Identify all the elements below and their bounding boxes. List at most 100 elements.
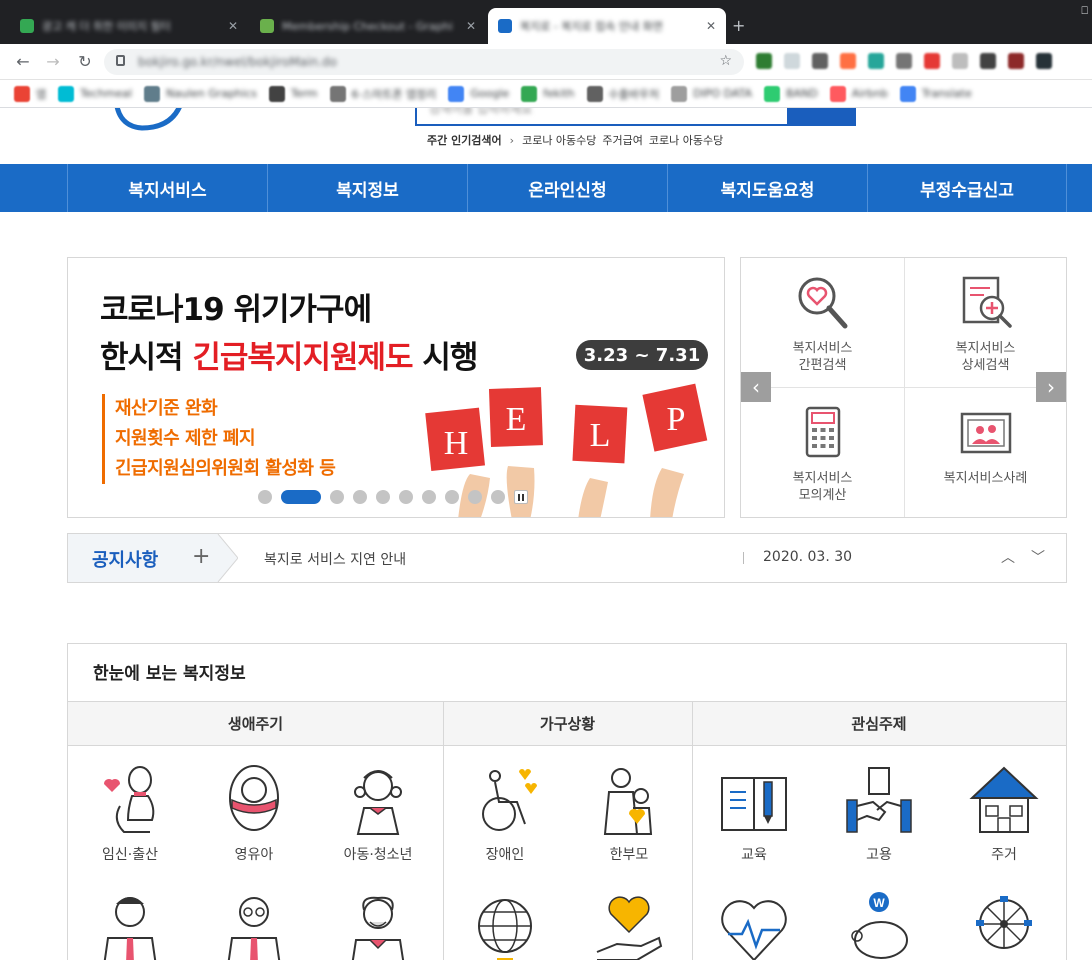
pause-icon[interactable] (514, 490, 528, 504)
category-pregnancy[interactable]: 임신·출산 (68, 762, 192, 864)
popular-keyword-link[interactable]: 코로나 아동수당 (649, 132, 723, 148)
banner-date-badge: 3.23 ~ 7.31 (576, 340, 708, 370)
category-single-parent[interactable]: 한부모 (567, 762, 691, 864)
category-housing[interactable]: 주거 (942, 762, 1066, 864)
forward-arrow-icon[interactable]: → (42, 51, 64, 73)
category-finance[interactable]: W (817, 890, 941, 960)
notice-title[interactable]: 공지사항 (92, 546, 158, 572)
extension-icon[interactable] (980, 53, 996, 69)
bookmark-item[interactable]: 6·스마트폰 앱정리 (329, 85, 436, 102)
extensions-row (756, 53, 1052, 69)
category-culture[interactable] (942, 890, 1066, 960)
slide-dot[interactable] (258, 490, 272, 504)
search-input[interactable]: 검색어를 입력하세요 (415, 108, 789, 126)
bookmark-item[interactable]: DIPO DATA (671, 85, 752, 102)
window-control-icon[interactable]: ⎕ (1081, 4, 1088, 18)
bookmark-label: Term (290, 87, 318, 100)
bookmark-item[interactable]: Airbnb (829, 85, 888, 102)
search-button[interactable] (789, 108, 856, 126)
extension-icon[interactable] (840, 53, 856, 69)
extension-icon[interactable] (868, 53, 884, 69)
slide-dot[interactable] (376, 490, 390, 504)
category-infant[interactable]: 영유아 (192, 762, 316, 864)
quick-detail-search[interactable]: 복지서비스 상세검색 (904, 258, 1067, 388)
quick-cases[interactable]: 복지서비스사례 (904, 388, 1067, 518)
browser-tab-active[interactable]: 복지로 - 복지로 접속 안내 화면 ✕ (488, 8, 726, 44)
bookmark-item[interactable]: Translate (899, 85, 972, 102)
tab-interest[interactable]: 관심주제 (692, 702, 1066, 745)
quick-next-button[interactable]: › (1036, 372, 1066, 402)
address-bar[interactable]: bokjiro.go.kr/nwel/bokjiroMain.do ☆ (104, 49, 744, 75)
category-low-income[interactable] (567, 890, 691, 960)
slide-dot[interactable] (468, 490, 482, 504)
bookmark-favicon-icon (829, 85, 846, 102)
profile-avatar-icon[interactable] (1036, 53, 1052, 69)
bookmark-item[interactable]: fekith (521, 85, 575, 102)
plus-icon[interactable]: + (192, 544, 210, 569)
category-health[interactable] (692, 890, 816, 960)
extension-icon[interactable] (1008, 53, 1024, 69)
bookmark-item[interactable]: BAND (763, 85, 818, 102)
tab-household[interactable]: 가구상황 (443, 702, 692, 745)
close-tab-icon[interactable]: ✕ (466, 19, 476, 33)
category-multicultural[interactable] (443, 890, 567, 960)
back-arrow-icon[interactable]: ← (12, 51, 34, 73)
browser-tab[interactable]: Membership Checkout - Graphi ✕ (250, 8, 486, 44)
bookmark-item[interactable]: Google (448, 85, 509, 102)
reload-icon[interactable]: ↻ (74, 51, 96, 73)
bookmark-item[interactable]: 앱 (14, 85, 46, 102)
nav-help-request[interactable]: 복지도움요청 (667, 164, 867, 212)
category-middle-aged[interactable] (192, 890, 316, 960)
help-letter: L (590, 417, 611, 454)
main-banner[interactable]: 코로나19 위기가구에 한시적 긴급복지지원제도 시행 3.23 ~ 7.31 … (67, 257, 725, 518)
new-tab-button[interactable]: + (732, 16, 745, 35)
quick-simple-search[interactable]: 복지서비스 간편검색 (741, 258, 904, 388)
bookmark-star-icon[interactable]: ☆ (719, 53, 732, 69)
extension-icon[interactable] (756, 53, 772, 69)
close-tab-icon[interactable]: ✕ (706, 19, 716, 33)
category-employment[interactable]: 고용 (817, 762, 941, 864)
slide-dot[interactable] (422, 490, 436, 504)
browser-tab[interactable]: 광고 캐 더 취한 이미지 필터 ✕ (10, 8, 248, 44)
nav-welfare-service[interactable]: 복지서비스 (67, 164, 267, 212)
banner-headline-highlight: 긴급복지지원제도 (192, 340, 413, 376)
nav-welfare-info[interactable]: 복지정보 (267, 164, 467, 212)
bookmark-item[interactable]: Term (268, 85, 318, 102)
nav-fraud-report[interactable]: 부정수급신고 (867, 164, 1067, 212)
lock-icon (116, 55, 125, 66)
category-adult[interactable] (68, 890, 192, 960)
category-education[interactable]: 교육 (692, 762, 816, 864)
notice-header: 공지사항 + (68, 534, 218, 582)
extension-icon[interactable] (784, 53, 800, 69)
quick-prev-button[interactable]: ‹ (741, 372, 771, 402)
notice-item-link[interactable]: 복지로 서비스 지연 안내 (264, 549, 406, 569)
slide-dot[interactable] (330, 490, 344, 504)
nav-online-application[interactable]: 온라인신청 (467, 164, 667, 212)
extension-icon[interactable] (924, 53, 940, 69)
slide-dot[interactable] (491, 490, 505, 504)
chevron-down-icon[interactable]: ﹀ (1031, 547, 1045, 567)
popular-keyword-link[interactable]: 코로나 아동수당 (522, 132, 596, 148)
category-elderly[interactable] (316, 890, 440, 960)
slide-dot[interactable] (445, 490, 459, 504)
extension-icon[interactable] (896, 53, 912, 69)
bookmarks-bar: 앱 Techmeal Naulen Graphics Term 6·스마트폰 앱정리 Go… (0, 80, 1092, 108)
slide-dot[interactable] (399, 490, 413, 504)
slide-dot[interactable] (281, 490, 321, 504)
category-child-youth[interactable]: 아동·청소년 (316, 762, 440, 864)
close-tab-icon[interactable]: ✕ (228, 19, 238, 33)
quick-simulation[interactable]: 복지서비스 모의계산 (741, 388, 904, 518)
tab-life-cycle[interactable]: 생애주기 (68, 702, 443, 745)
extension-icon[interactable] (952, 53, 968, 69)
popular-keyword-link[interactable]: 주거급여 (602, 132, 642, 148)
divider (743, 552, 744, 564)
extension-icon[interactable] (812, 53, 828, 69)
slide-dot[interactable] (353, 490, 367, 504)
chevron-up-icon[interactable]: ︿ (1001, 547, 1015, 567)
bookmark-item[interactable]: Techmeal (58, 85, 132, 102)
bookmark-item[interactable]: 수출바우처 (586, 85, 659, 102)
category-disabled[interactable]: 장애인 (443, 762, 567, 864)
bookmark-item[interactable]: Naulen Graphics (144, 85, 257, 102)
site-logo-icon[interactable] (74, 108, 186, 140)
bookmark-label: fekith (543, 87, 575, 100)
